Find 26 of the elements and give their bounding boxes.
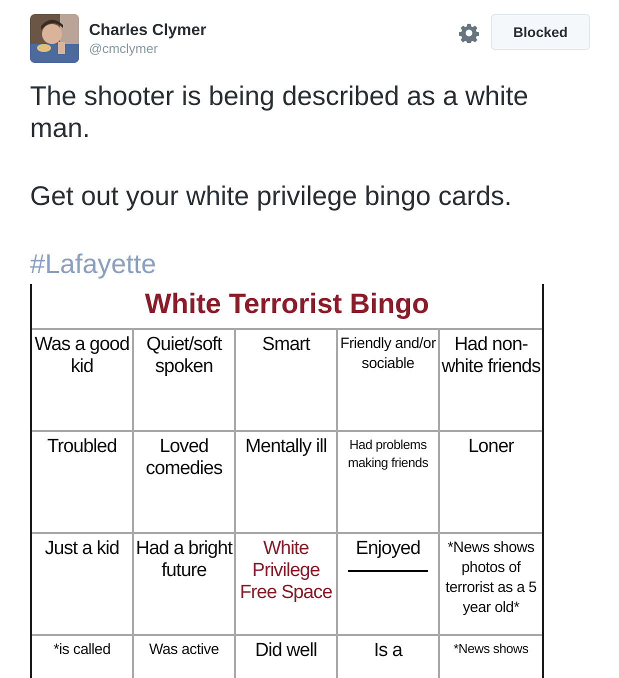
bingo-square-text: Troubled [47, 436, 117, 458]
bingo-square-text: Smart [262, 334, 310, 356]
bingo-square-text: Had a bright future [134, 538, 234, 582]
tweet-text: Get out your white privilege bingo cards. [30, 180, 513, 212]
tweet-text: The shooter is being described as a white man. [30, 80, 530, 144]
bingo-square-text: Loner [468, 436, 514, 458]
bingo-square-text: *News shows photos of terrorist as a 5 year old* [444, 538, 538, 618]
bingo-title: White Terrorist Bingo [32, 284, 542, 330]
bingo-square-text: Was a good kid [34, 334, 130, 378]
bingo-square-text: Loved comedies [144, 436, 224, 480]
blocked-button[interactable]: Blocked [491, 14, 590, 50]
bingo-square-text: Enjoyed [356, 538, 420, 560]
bingo-square-text: *News shows [454, 640, 528, 658]
bingo-square-text: Quiet/soft spoken [145, 334, 224, 378]
bingo-square-text: Just a kid [44, 538, 120, 560]
bingo-square-text: Had problems making friends [346, 436, 430, 472]
bingo-square-text: Did well [255, 640, 317, 662]
bingo-square-text: White Privilege Free Space [238, 538, 334, 604]
bingo-square-text: Had non-white friends [440, 334, 542, 378]
settings-icon[interactable] [459, 23, 479, 43]
bingo-square-text: *is called [53, 640, 111, 660]
bingo-square-text: Friendly and/or sociable [339, 334, 437, 374]
author-name[interactable]: Charles Clymer [89, 21, 459, 41]
bingo-square-text: Is a [374, 640, 402, 662]
bingo-square-text: Mentally ill [245, 436, 327, 458]
bingo-square-text: Was active [149, 640, 219, 660]
